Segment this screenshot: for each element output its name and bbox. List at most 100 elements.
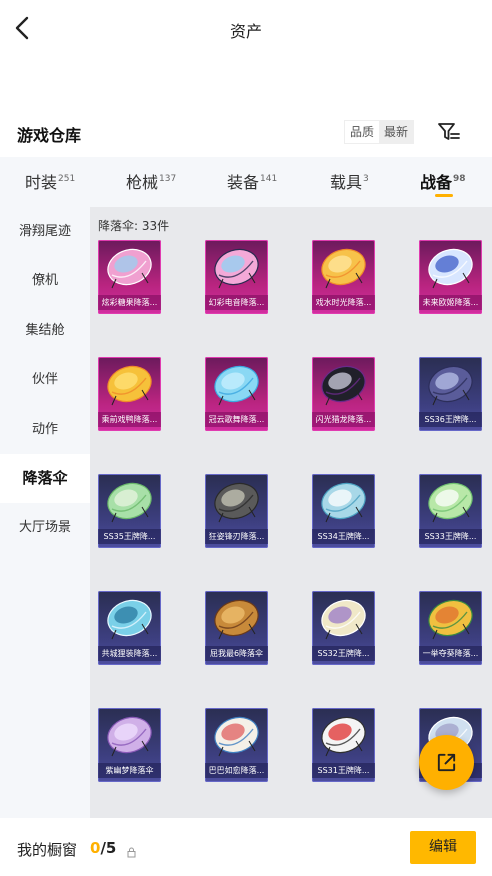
category-tabs: 时装251 枪械137 装备141 载具3 战备98 — [0, 157, 492, 207]
parachute-card-label: 未来欧姬降落... — [419, 295, 482, 310]
parachute-icon — [214, 599, 259, 640]
sidebar-item-lobby-scene[interactable]: 大厅场景 — [0, 503, 90, 552]
parachute-icon — [107, 365, 152, 406]
parachute-card[interactable]: SS33王牌降... — [419, 474, 482, 548]
tab-count: 137 — [159, 174, 177, 184]
tab-count: 251 — [58, 174, 76, 184]
section-header: 游戏仓库 品质 最新 — [0, 112, 492, 152]
page-title: 资产 — [229, 22, 262, 41]
parachute-card-label: SS36王牌降... — [419, 412, 482, 427]
parachute-icon — [214, 716, 259, 757]
sort-toggle: 品质 最新 — [344, 120, 415, 144]
parachute-icon — [214, 248, 259, 289]
parachute-card-label: 戏水时光降落... — [312, 295, 375, 310]
parachute-card-label: 炫彩糖果降落... — [98, 295, 161, 310]
parachute-icon — [428, 248, 473, 289]
parachute-icon — [321, 482, 366, 523]
sidebar-item-partner[interactable]: 伙伴 — [0, 355, 90, 404]
parachute-card[interactable]: 戏水时光降落... — [312, 240, 375, 314]
parachute-card-label: SS33王牌降... — [419, 529, 482, 544]
bottom-bar: 我的橱窗 0/5 编辑 — [0, 818, 492, 876]
parachute-card-label: 幻彩电音降落... — [205, 295, 268, 310]
parachute-card-label: SS34王牌降... — [312, 529, 375, 544]
parachute-card[interactable]: SS35王牌降... — [98, 474, 161, 548]
parachute-card[interactable]: 冠云歌舞降落... — [205, 357, 268, 431]
tab-battle-gear[interactable]: 战备98 — [420, 169, 466, 193]
tab-label: 载具 — [330, 173, 363, 192]
sidebar-item-parachute[interactable]: 降落伞 — [0, 454, 90, 503]
tab-vehicles[interactable]: 载具3 — [330, 169, 369, 193]
parachute-icon — [107, 482, 152, 523]
parachute-icon — [428, 365, 473, 406]
filter-icon[interactable] — [436, 119, 462, 145]
parachute-card-label: 紫幽梦降落伞 — [98, 763, 161, 778]
parachute-icon — [321, 365, 366, 406]
sidebar-item-rally-pod[interactable]: 集结舱 — [0, 306, 90, 355]
parachute-icon — [214, 482, 259, 523]
tab-count: 3 — [363, 174, 369, 184]
section-title: 游戏仓库 — [17, 126, 82, 145]
parachute-icon — [321, 716, 366, 757]
sidebar-item-emote[interactable]: 动作 — [0, 405, 90, 454]
parachute-icon — [428, 482, 473, 523]
sort-option-quality[interactable]: 品质 — [345, 121, 380, 143]
parachute-card[interactable]: SS34王牌降... — [312, 474, 375, 548]
parachute-card-label: 屈我最6降落伞 — [205, 646, 268, 661]
parachute-card[interactable]: 炫彩糖果降落... — [98, 240, 161, 314]
edit-button[interactable]: 编辑 — [410, 831, 476, 864]
parachute-icon — [321, 599, 366, 640]
parachute-card[interactable]: SS31王牌降... — [312, 708, 375, 782]
parachute-card[interactable]: 幻彩电音降落... — [205, 240, 268, 314]
parachute-card[interactable]: 未来欧姬降落... — [419, 240, 482, 314]
parachute-icon — [321, 248, 366, 289]
tab-count: 141 — [260, 174, 278, 184]
tab-label: 战备 — [420, 173, 453, 192]
parachute-card-label: 狂姿锋刃降落... — [205, 529, 268, 544]
tab-fashion[interactable]: 时装251 — [25, 169, 75, 193]
parachute-card[interactable]: SS36王牌降... — [419, 357, 482, 431]
parachute-card[interactable]: 屈我最6降落伞 — [205, 591, 268, 665]
share-button[interactable] — [419, 735, 474, 790]
parachute-card-label: 乘前戏鸭降落... — [98, 412, 161, 427]
parachute-card[interactable]: 闪光猎龙降落... — [312, 357, 375, 431]
parachute-card[interactable]: 乘前戏鸭降落... — [98, 357, 161, 431]
sidebar-item-glide-trail[interactable]: 滑翔尾迹 — [0, 207, 90, 256]
parachute-card-label: 闪光猎龙降落... — [312, 412, 375, 427]
parachute-card[interactable]: 一举夺葵降落... — [419, 591, 482, 665]
parachute-icon — [107, 716, 152, 757]
item-count-label: 降落伞: 33件 — [98, 219, 170, 233]
tab-label: 装备 — [227, 173, 260, 192]
parachute-card-label: 冠云歌舞降落... — [205, 412, 268, 427]
item-grid: 降落伞: 33件 炫彩糖果降落... 幻彩电音降落... 戏水时光降落... 未来欧姬… — [90, 207, 492, 818]
parachute-card[interactable]: 共城狸装降落... — [98, 591, 161, 665]
active-tab-indicator — [435, 194, 453, 197]
tab-weapons[interactable]: 枪械137 — [126, 169, 176, 193]
showcase-total: /5 — [100, 839, 117, 857]
parachute-card-label: SS31王牌降... — [312, 763, 375, 778]
parachute-card-label: 巴巴如愈降落... — [205, 763, 268, 778]
sidebar-item-wingman[interactable]: 僚机 — [0, 256, 90, 305]
parachute-card-label: 一举夺葵降落... — [419, 646, 482, 661]
parachute-icon — [107, 248, 152, 289]
parachute-card-label: SS35王牌降... — [98, 529, 161, 544]
sidebar: 滑翔尾迹 僚机 集结舱 伙伴 动作 降落伞 大厅场景 — [0, 207, 90, 818]
tab-label: 枪械 — [126, 173, 159, 192]
tab-equipment[interactable]: 装备141 — [227, 169, 277, 193]
parachute-card[interactable]: 巴巴如愈降落... — [205, 708, 268, 782]
share-external-icon — [437, 753, 456, 772]
parachute-card-label: 共城狸装降落... — [98, 646, 161, 661]
sort-option-latest[interactable]: 最新 — [379, 121, 414, 143]
tab-label: 时装 — [25, 173, 58, 192]
parachute-icon — [107, 599, 152, 640]
parachute-icon — [428, 599, 473, 640]
parachute-card[interactable]: 紫幽梦降落伞 — [98, 708, 161, 782]
parachute-icon — [214, 365, 259, 406]
parachute-card[interactable]: 狂姿锋刃降落... — [205, 474, 268, 548]
showcase-label: 我的橱窗 — [17, 841, 78, 859]
showcase-current: 0 — [90, 839, 101, 857]
parachute-card[interactable]: SS32王牌降... — [312, 591, 375, 665]
tab-count: 98 — [453, 174, 466, 184]
showcase-count: 0/5 — [90, 839, 116, 857]
lock-icon — [127, 843, 136, 858]
parachute-card-label: SS32王牌降... — [312, 646, 375, 661]
